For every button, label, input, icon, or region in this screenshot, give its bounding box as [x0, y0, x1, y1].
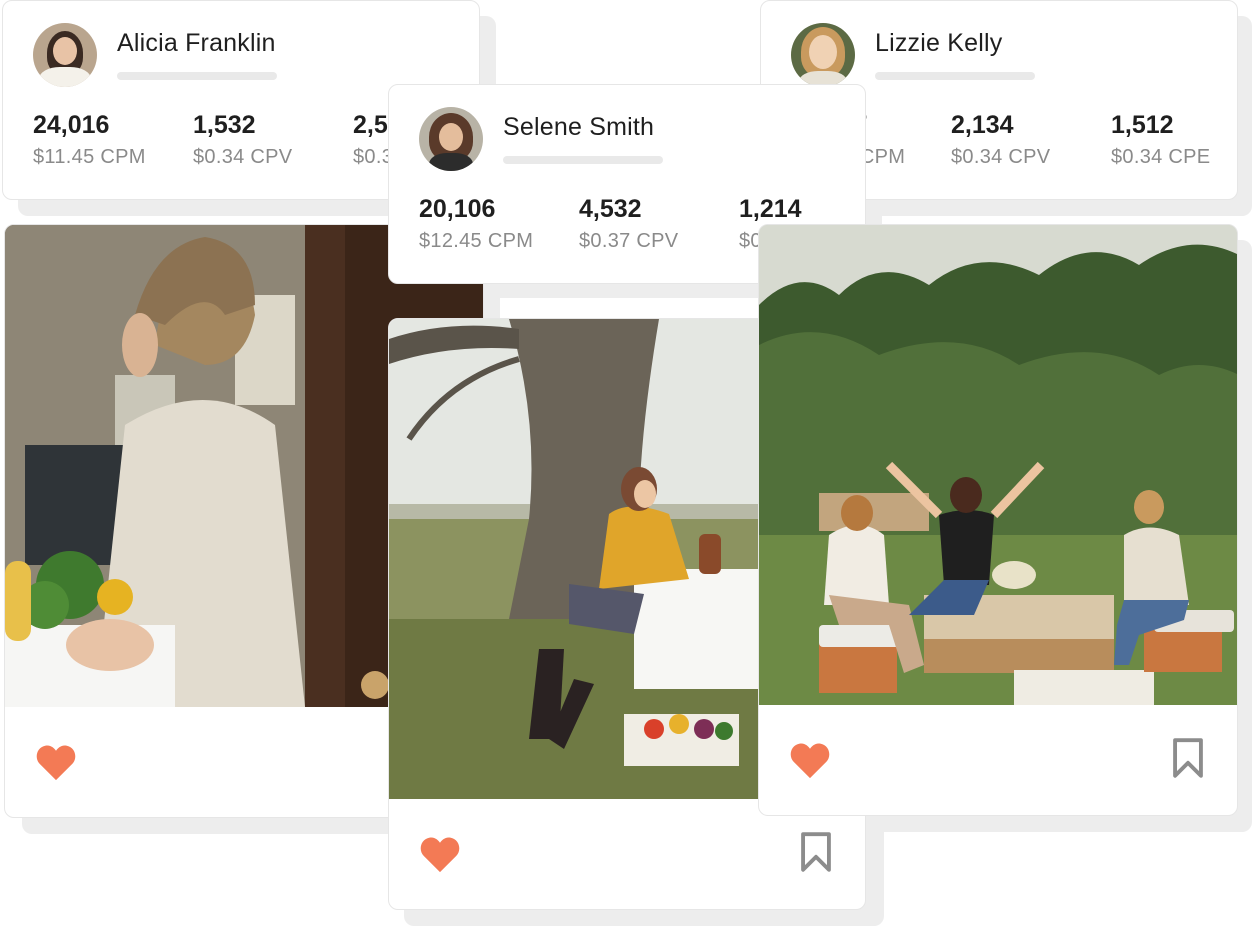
avatar[interactable]	[33, 23, 97, 87]
stat-rate: $0.34 CPV	[193, 146, 293, 168]
stat-value: 1,532	[193, 111, 256, 139]
stat-value: 1,512	[1111, 111, 1174, 139]
bookmark-icon[interactable]	[1171, 737, 1205, 779]
avatar[interactable]	[791, 23, 855, 87]
post-card-lizzie[interactable]	[758, 224, 1238, 816]
profile-name: Alicia Franklin	[117, 29, 276, 57]
post-photo[interactable]	[759, 225, 1238, 705]
stat-value: 1,214	[739, 195, 802, 223]
heart-icon[interactable]	[789, 741, 831, 779]
profile-name: Lizzie Kelly	[875, 29, 1003, 57]
stat-value: 2,134	[951, 111, 1014, 139]
heart-icon[interactable]	[35, 743, 77, 781]
stat-rate: $0.37 CPV	[579, 230, 679, 252]
stat-rate: $0.34 CPE	[1111, 146, 1211, 168]
influencer-cards-collage: Alicia Franklin 24,016 $11.45 CPM 1,532 $0…	[0, 0, 1254, 926]
stat-value: 20,106	[419, 195, 496, 223]
stat-rate: $11.45 CPM	[33, 146, 146, 168]
bookmark-icon[interactable]	[799, 831, 833, 873]
post-actions	[759, 705, 1237, 815]
placeholder-line	[117, 72, 277, 80]
stat-rate: $12.45 CPM	[419, 230, 534, 252]
profile-name: Selene Smith	[503, 113, 655, 141]
placeholder-line	[503, 156, 663, 164]
placeholder-line	[875, 72, 1035, 80]
avatar[interactable]	[419, 107, 483, 171]
stat-rate: $0.34 CPV	[951, 146, 1051, 168]
heart-icon[interactable]	[419, 835, 461, 873]
stat-value: 24,016	[33, 111, 110, 139]
stat-value: 4,532	[579, 195, 642, 223]
